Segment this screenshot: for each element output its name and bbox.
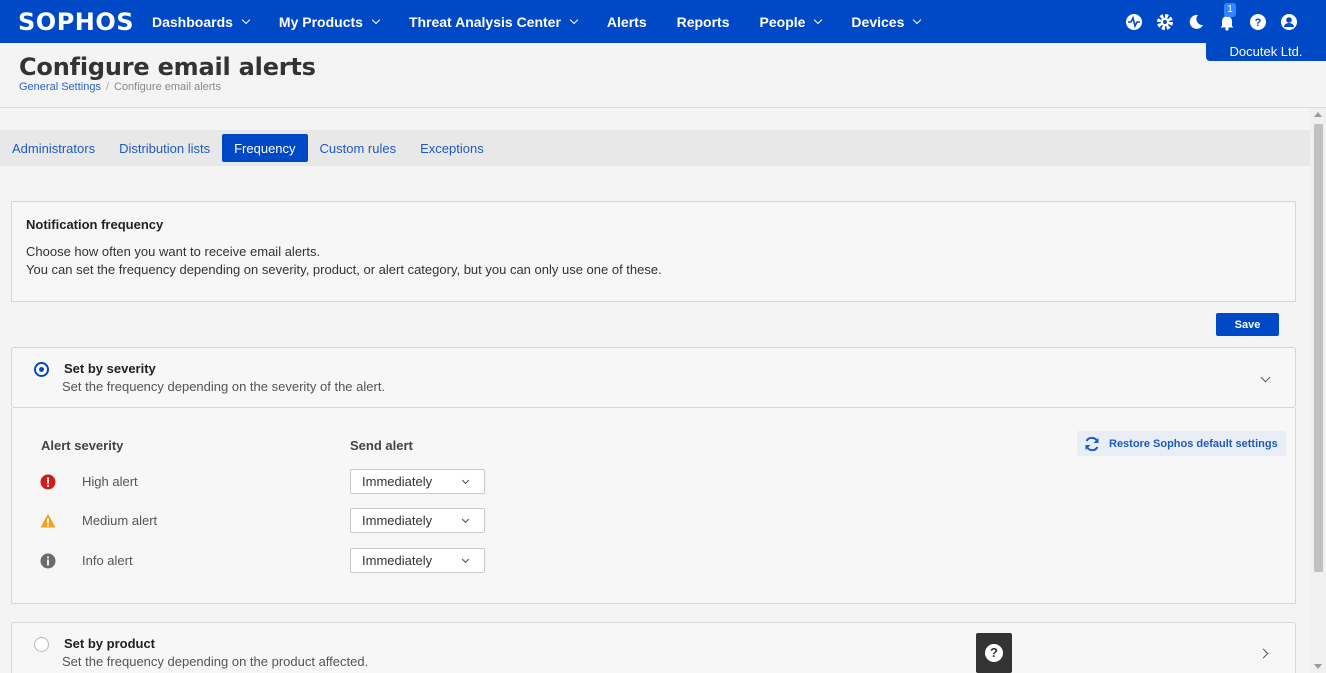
nav-menu: Dashboards My Products Threat Analysis C… <box>152 14 950 30</box>
scroll-up-arrow[interactable] <box>1314 112 1322 117</box>
tab-bar: Administrators Distribution lists Freque… <box>0 130 1310 166</box>
tab-custom-rules[interactable]: Custom rules <box>308 134 409 162</box>
option-title: Set by severity <box>64 361 156 376</box>
option-description: Set the frequency depending on the produ… <box>62 654 369 669</box>
scroll-thumb[interactable] <box>1314 124 1323 572</box>
nav-item-dashboards[interactable]: Dashboards <box>152 13 251 30</box>
alert-severity-header: Alert severity <box>41 438 124 453</box>
breadcrumb-current: Configure email alerts <box>114 81 221 93</box>
sophos-logo[interactable]: SOPHOS <box>18 8 140 36</box>
chevron-right-icon[interactable] <box>1258 648 1269 659</box>
nav-item-devices[interactable]: Devices <box>851 13 922 30</box>
nav-item-alerts[interactable]: Alerts <box>607 14 647 30</box>
send-alert-header: Send alert <box>350 438 413 453</box>
nav-item-label: Reports <box>676 13 730 30</box>
help-widget-button[interactable]: ? <box>976 633 1012 673</box>
nav-item-label: Threat Analysis Center <box>408 13 561 30</box>
user-icon[interactable] <box>1280 13 1298 31</box>
breadcrumb-separator: / <box>105 81 109 93</box>
chevron-down-icon <box>461 555 470 564</box>
severity-row-info: Info alert Immediately <box>12 548 612 574</box>
product-radio[interactable] <box>34 637 49 652</box>
notification-badge: 1 <box>1224 2 1236 17</box>
notification-frequency-info: Notification frequency Choose how often … <box>11 201 1296 302</box>
nav-item-label: Devices <box>851 13 905 30</box>
severity-row-high: High alert Immediately <box>12 469 612 495</box>
nav-item-label: Alerts <box>606 13 647 30</box>
breadcrumb-link[interactable]: General Settings <box>19 81 101 93</box>
chevron-down-icon <box>371 15 381 24</box>
tab-exceptions[interactable]: Exceptions <box>408 134 496 162</box>
severity-radio[interactable] <box>34 362 49 377</box>
set-by-severity-option[interactable]: Set by severity Set the frequency depend… <box>11 347 1296 408</box>
warning-icon <box>40 514 56 528</box>
set-by-product-option[interactable]: Set by product Set the frequency dependi… <box>11 622 1296 673</box>
nav-item-label: Dashboards <box>152 13 233 30</box>
info-text: You can set the frequency depending on s… <box>26 262 662 277</box>
select-value: Immediately <box>362 553 433 568</box>
select-value: Immediately <box>362 474 433 489</box>
severity-label: Info alert <box>82 553 133 568</box>
nav-item-people[interactable]: People <box>759 13 823 30</box>
tab-administrators[interactable]: Administrators <box>0 134 107 162</box>
nav-item-label: People <box>759 13 806 30</box>
bell-icon[interactable]: 1 <box>1218 2 1236 31</box>
nav-item-threat-analysis-center[interactable]: Threat Analysis Center <box>408 13 579 30</box>
save-button[interactable]: Save <box>1216 313 1279 336</box>
tab-distribution-lists[interactable]: Distribution lists <box>107 134 222 162</box>
help-icon[interactable]: ? <box>1249 13 1267 31</box>
chevron-down-icon[interactable] <box>1260 372 1271 383</box>
svg-text:?: ? <box>1255 17 1262 29</box>
tab-frequency[interactable]: Frequency <box>222 134 308 162</box>
scroll-down-arrow[interactable] <box>1314 664 1322 669</box>
info-text: Choose how often you want to receive ema… <box>26 244 321 259</box>
refresh-icon <box>1085 436 1099 451</box>
severity-row-medium: Medium alert Immediately <box>12 508 612 534</box>
nav-item-my-products[interactable]: My Products <box>278 13 381 30</box>
info-alert-frequency-select[interactable]: Immediately <box>350 548 485 573</box>
chevron-down-icon <box>461 476 470 485</box>
high-alert-frequency-select[interactable]: Immediately <box>350 469 485 494</box>
option-description: Set the frequency depending on the sever… <box>62 379 386 394</box>
page-header: Configure email alerts General Settings /… <box>0 43 1326 108</box>
top-nav: SOPHOS Dashboards My Products Threat Ana… <box>0 0 1326 43</box>
chevron-down-icon <box>814 15 823 24</box>
question-icon: ? <box>985 644 1003 662</box>
select-value: Immediately <box>362 513 433 528</box>
scrollbar[interactable] <box>1310 108 1326 673</box>
nav-icon-group: 1 ? <box>1112 0 1298 43</box>
health-icon[interactable] <box>1125 13 1143 31</box>
severity-label: Medium alert <box>82 513 158 528</box>
nav-item-label: My Products <box>278 13 363 30</box>
severity-panel: Alert severity Send alert Restore Sophos… <box>11 408 1296 604</box>
chevron-down-icon <box>241 15 251 24</box>
error-icon <box>40 474 56 490</box>
moon-icon[interactable] <box>1187 13 1205 31</box>
breadcrumb: General Settings / Configure email alerts <box>19 81 221 93</box>
chevron-down-icon <box>913 15 922 24</box>
restore-defaults-label: Restore Sophos default settings <box>1109 437 1278 450</box>
info-icon <box>40 553 56 569</box>
chevron-down-icon <box>569 15 579 24</box>
restore-defaults-button[interactable]: Restore Sophos default settings <box>1077 431 1286 456</box>
gear-icon[interactable] <box>1156 13 1174 31</box>
page-title: Configure email alerts <box>19 53 316 81</box>
severity-label: High alert <box>82 474 138 489</box>
chevron-down-icon <box>461 515 470 524</box>
info-title: Notification frequency <box>26 217 164 232</box>
nav-item-reports[interactable]: Reports <box>677 14 730 30</box>
medium-alert-frequency-select[interactable]: Immediately <box>350 508 485 533</box>
option-title: Set by product <box>64 636 156 651</box>
